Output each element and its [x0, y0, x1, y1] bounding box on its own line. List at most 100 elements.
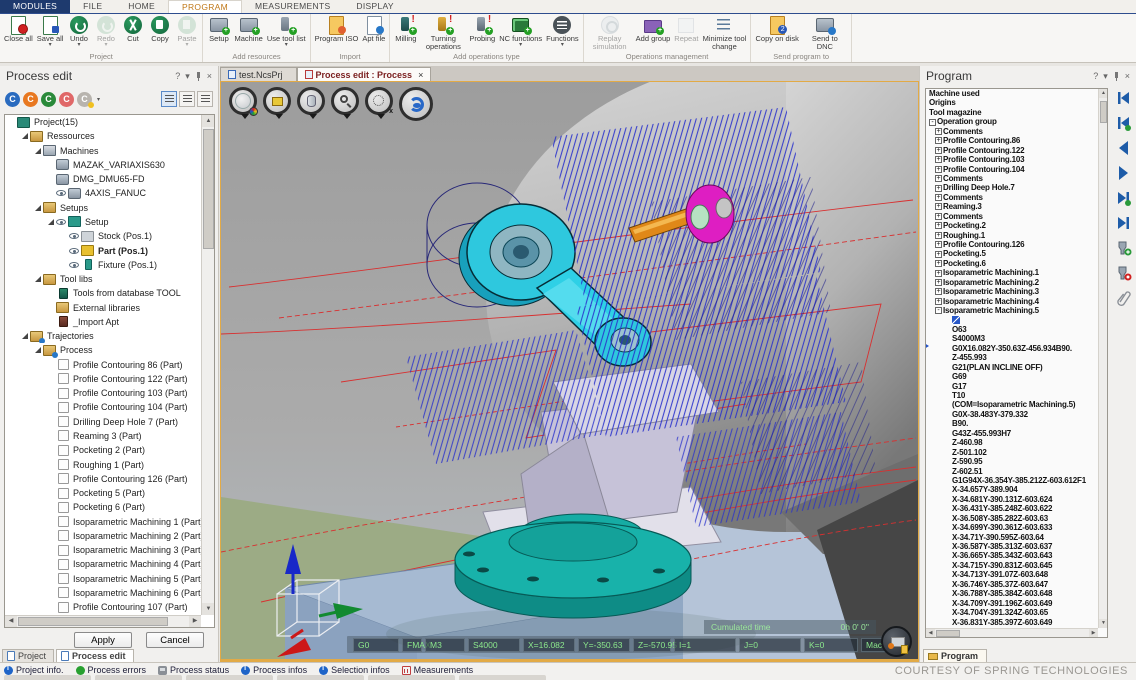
paperclip-button[interactable] [1115, 290, 1132, 306]
close-icon[interactable]: × [207, 71, 212, 81]
ribbon-button[interactable]: Use tool list ▾ [265, 15, 308, 48]
chevron-down-icon[interactable]: ▾ [1103, 71, 1108, 82]
expand-arrow-icon[interactable] [47, 503, 55, 511]
3d-view[interactable]: x Cumulated time 0h 0' 0'' G0FMAXM3S4000… [220, 81, 919, 662]
ribbon-tab[interactable]: MEASUREMENTS [242, 0, 343, 13]
tree-item[interactable]: Profile Contouring 126 (Part) [5, 472, 201, 486]
gcode-line[interactable]: X-36.788Y-385.384Z-603.648 [926, 589, 1098, 598]
expand-arrow-icon[interactable] [21, 132, 29, 140]
expand-box-icon[interactable]: + [935, 288, 942, 295]
scroll-right-icon[interactable]: ▶ [1089, 629, 1098, 637]
program-node[interactable]: + Reaming.3 [926, 202, 1098, 211]
program-vertical-scrollbar[interactable]: ▲ ▼ [1098, 89, 1107, 628]
expand-arrow-icon[interactable] [47, 575, 55, 583]
expand-arrow-icon[interactable] [47, 403, 55, 411]
play-button[interactable] [1115, 165, 1132, 181]
expand-box-icon[interactable]: + [935, 213, 942, 220]
expand-arrow-icon[interactable] [34, 147, 42, 155]
expand-arrow-icon[interactable] [34, 346, 42, 354]
visibility-eye-icon[interactable] [69, 248, 79, 254]
program-node[interactable]: + Profile Contouring.104 [926, 165, 1098, 174]
dotted-selection-button[interactable]: x [365, 87, 393, 115]
close-icon[interactable]: × [418, 70, 423, 80]
gcode-line[interactable]: X-34.715Y-390.831Z-603.645 [926, 561, 1098, 570]
program-node[interactable]: - Operation group [926, 117, 1098, 126]
expand-arrow-icon[interactable] [47, 318, 55, 326]
expand-arrow-icon[interactable] [47, 560, 55, 568]
create-orange-button[interactable]: C [23, 92, 38, 107]
skip-to-start-button[interactable] [1115, 90, 1132, 106]
ribbon-button[interactable]: ! Turning operations [419, 15, 467, 57]
expand-box-icon[interactable]: + [935, 128, 942, 135]
tree-item[interactable]: Profile Contouring 107 (Part) [5, 600, 201, 614]
visibility-eye-icon[interactable] [56, 190, 66, 196]
tree-item[interactable]: Profile Contouring 103 (Part) [5, 386, 201, 400]
gcode-line[interactable]: G1G94X-36.354Y-385.212Z-603.612F1 [926, 476, 1098, 485]
viewport-tab[interactable]: test.NcsPrj [220, 67, 297, 81]
scroll-left-icon[interactable]: ◀ [5, 616, 17, 627]
3d-scene[interactable] [221, 82, 918, 660]
ribbon-button[interactable]: Copy [146, 15, 173, 48]
expand-arrow-icon[interactable] [60, 261, 68, 269]
expand-arrow-icon[interactable] [47, 461, 55, 469]
ribbon-button[interactable]: Redo ▾ [92, 15, 119, 48]
expand-box-icon[interactable]: + [935, 222, 942, 229]
tree-item[interactable]: Profile Contouring 122 (Part) [5, 372, 201, 386]
expand-arrow-icon[interactable] [47, 389, 55, 397]
gcode-line[interactable]: G69 [926, 372, 1098, 381]
cube-view-button[interactable] [263, 87, 291, 115]
skip-to-end-button[interactable] [1115, 215, 1132, 231]
expand-box-icon[interactable]: + [935, 166, 942, 173]
ribbon-button[interactable]: ! Probing [467, 15, 497, 57]
gcode-line[interactable]: X-34.71Y-390.595Z-603.64 [926, 533, 1098, 542]
create-blue-button[interactable]: C [5, 92, 20, 107]
expand-box-icon[interactable]: + [935, 232, 942, 239]
tree-item[interactable]: Pocketing 6 (Part) [5, 500, 201, 514]
skip-back-button[interactable] [1115, 115, 1132, 131]
tree-item[interactable]: Pocketing 2 (Part) [5, 443, 201, 457]
tree-item[interactable]: MAZAK_VARIAXIS630 [5, 158, 201, 172]
visibility-eye-icon[interactable] [69, 262, 79, 268]
tree-item[interactable]: Isoparametric Machining 1 (Part) [5, 514, 201, 528]
list-view-button-1[interactable] [161, 91, 177, 107]
gcode-line[interactable]: Z-590.95 [926, 457, 1098, 466]
tree-item[interactable]: Process [5, 343, 201, 357]
expand-box-icon[interactable]: + [935, 185, 942, 192]
gcode-line[interactable]: T10 [926, 391, 1098, 400]
program-node[interactable]: Tool magazine [926, 108, 1098, 117]
status-item[interactable]: Process status [158, 665, 229, 675]
left-panel-tab[interactable]: Project [2, 649, 54, 662]
expand-arrow-icon[interactable] [47, 603, 55, 611]
create-green-button[interactable]: C [41, 92, 56, 107]
create-gray-button[interactable]: C [77, 92, 92, 107]
expand-arrow-icon[interactable] [47, 589, 55, 597]
tree-item[interactable]: Roughing 1 (Part) [5, 457, 201, 471]
gcode-line[interactable]: X-36.431Y-385.248Z-603.622 [926, 504, 1098, 513]
ribbon-button[interactable]: Send to DNC [801, 15, 849, 57]
program-node[interactable]: + Pocketing.5 [926, 249, 1098, 258]
expand-box-icon[interactable]: + [935, 241, 942, 248]
gcode-line[interactable]: X-34.657Y-389.904 [926, 485, 1098, 494]
list-view-button-2[interactable] [179, 91, 195, 107]
help-icon[interactable]: ? [175, 71, 180, 81]
gcode-line[interactable]: Z-460.98 [926, 438, 1098, 447]
stop-tool-button[interactable] [1115, 265, 1132, 281]
step-forward-button[interactable] [1115, 190, 1132, 206]
expand-arrow-icon[interactable] [8, 118, 16, 126]
status-panel-handle[interactable] [186, 675, 273, 680]
gcode-line[interactable]: X-34.681Y-390.131Z-603.624 [926, 495, 1098, 504]
program-node[interactable]: + Isoparametric Machining.3 [926, 287, 1098, 296]
ribbon-button[interactable]: Apt file [360, 15, 387, 48]
expand-arrow-icon[interactable] [47, 289, 55, 297]
program-node[interactable]: - Isoparametric Machining.5 [926, 306, 1098, 315]
expand-arrow-icon[interactable] [47, 161, 55, 169]
pin-icon[interactable] [195, 72, 202, 81]
expand-box-icon[interactable]: + [935, 270, 942, 277]
expand-arrow-icon[interactable] [47, 418, 55, 426]
tree-item[interactable]: Tools from database TOOL [5, 286, 201, 300]
tree-item[interactable]: Project(15) [5, 115, 201, 129]
tree-item[interactable]: Part (Pos.1) [5, 243, 201, 257]
tree-item[interactable]: Profile Contouring 86 (Part) [5, 358, 201, 372]
magnifier-zoom-button[interactable] [331, 87, 359, 115]
tree-item[interactable]: Isoparametric Machining 5 (Part) [5, 572, 201, 586]
